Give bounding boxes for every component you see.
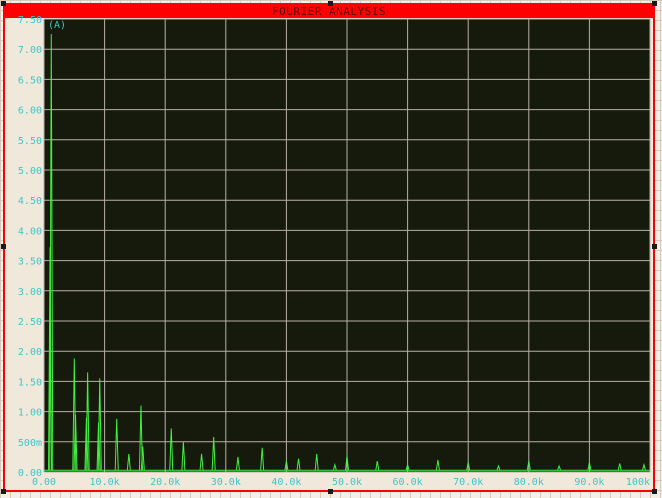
y-tick-label: 4.50 — [18, 196, 42, 207]
y-tick-label: 500m — [18, 438, 42, 449]
x-tick-label: 40.0k — [271, 477, 301, 488]
y-tick-label: 2.50 — [18, 317, 42, 328]
chart-canvas: 0.00 10.0k 20.0k 30.0k 40.0k 50.0k 60.0k 70.0k 8… — [18, 15, 651, 488]
y-tick-label: 5.50 — [18, 136, 42, 147]
x-tick-label: 100k — [626, 477, 650, 488]
x-tick-label: 30.0k — [211, 477, 241, 488]
y-tick-label: 4.00 — [18, 226, 42, 237]
x-tick-label: 60.0k — [393, 477, 423, 488]
y-tick-label: 0.00 — [18, 468, 42, 479]
y-axis-unit-label: (A) — [48, 20, 66, 31]
x-tick-label: 90.0k — [574, 477, 604, 488]
y-tick-label: 3.00 — [18, 287, 42, 298]
y-tick-label: 3.50 — [18, 257, 42, 268]
x-tick-label: 10.0k — [90, 477, 120, 488]
y-tick-label: 7.50 — [18, 15, 42, 26]
y-tick-label: 2.00 — [18, 347, 42, 358]
y-tick-label: 7.00 — [18, 45, 42, 56]
y-tick-label: 6.50 — [18, 75, 42, 86]
x-tick-label: 20.0k — [150, 477, 180, 488]
y-tick-label: 1.50 — [18, 377, 42, 388]
x-tick-label: 80.0k — [514, 477, 544, 488]
y-tick-label: 1.00 — [18, 408, 42, 419]
x-tick-label: 50.0k — [332, 477, 362, 488]
y-tick-label: 6.00 — [18, 106, 42, 117]
y-tick-label: 5.00 — [18, 166, 42, 177]
x-tick-label: 70.0k — [453, 477, 483, 488]
